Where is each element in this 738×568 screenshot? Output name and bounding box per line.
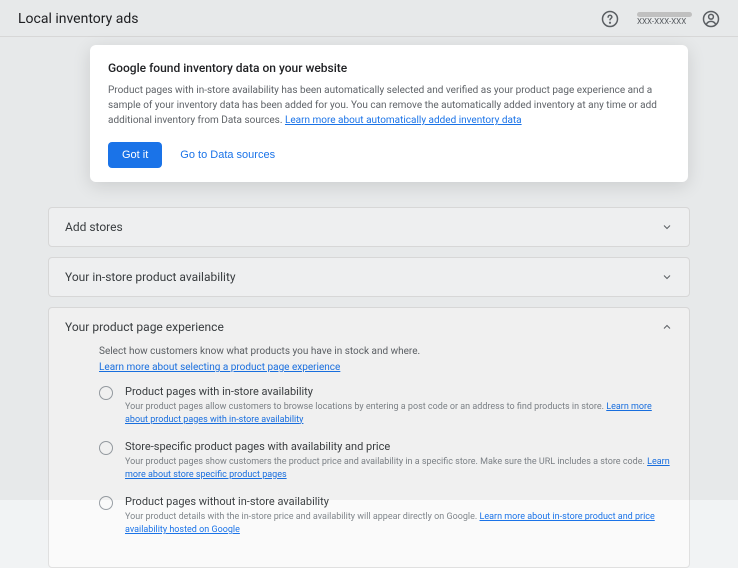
radio-icon: [99, 496, 113, 510]
account-id: XXX-XXX-XXX: [637, 17, 692, 26]
chevron-down-icon: [661, 271, 673, 283]
radio-desc: Your product pages allow customers to br…: [125, 401, 673, 426]
radio-desc: Your product details with the in-store p…: [125, 511, 673, 536]
panel-title: Your in-store product availability: [65, 270, 236, 284]
radio-label: Store-specific product pages with availa…: [125, 440, 673, 453]
panel-header-availability[interactable]: Your in-store product availability: [49, 258, 689, 296]
callout-learn-more-link[interactable]: Learn more about automatically added inv…: [285, 115, 522, 126]
app-header: Local inventory ads XXX-XXX-XXX: [0, 0, 738, 37]
got-it-button[interactable]: Got it: [108, 142, 162, 168]
radio-label: Product pages with in-store availability: [125, 385, 673, 398]
go-to-data-sources-button[interactable]: Go to Data sources: [180, 149, 275, 161]
callout-actions: Got it Go to Data sources: [108, 142, 670, 168]
panel-header-add-stores[interactable]: Add stores: [49, 208, 689, 246]
callout-title: Google found inventory data on your webs…: [108, 61, 670, 75]
radio-icon: [99, 441, 113, 455]
experience-desc: Select how customers know what products …: [99, 346, 673, 357]
radio-icon: [99, 386, 113, 400]
panel-availability: Your in-store product availability: [48, 257, 690, 297]
panel-header-experience[interactable]: Your product page experience: [49, 308, 689, 346]
experience-learn-more-link[interactable]: Learn more about selecting a product pag…: [99, 362, 340, 373]
radio-option-1[interactable]: Store-specific product pages with availa…: [99, 440, 673, 481]
panel-title: Your product page experience: [65, 320, 224, 334]
avatar-icon[interactable]: [702, 10, 720, 28]
onboarding-callout: Google found inventory data on your webs…: [90, 45, 688, 182]
panel-body-experience: Select how customers know what products …: [49, 346, 689, 567]
radio-label: Product pages without in-store availabil…: [125, 495, 673, 508]
panel-title: Add stores: [65, 220, 123, 234]
panel-add-stores: Add stores: [48, 207, 690, 247]
account-switcher[interactable]: XXX-XXX-XXX: [637, 10, 720, 28]
page-title: Local inventory ads: [18, 11, 138, 27]
chevron-down-icon: [661, 221, 673, 233]
chevron-up-icon: [661, 321, 673, 333]
radio-option-0[interactable]: Product pages with in-store availability…: [99, 385, 673, 426]
radio-option-2[interactable]: Product pages without in-store availabil…: [99, 495, 673, 536]
callout-body: Product pages with in-store availability…: [108, 83, 670, 128]
panel-experience: Your product page experience Select how …: [48, 307, 690, 568]
help-icon[interactable]: [601, 10, 619, 28]
header-right: XXX-XXX-XXX: [601, 10, 720, 28]
radio-desc: Your product pages show customers the pr…: [125, 456, 673, 481]
